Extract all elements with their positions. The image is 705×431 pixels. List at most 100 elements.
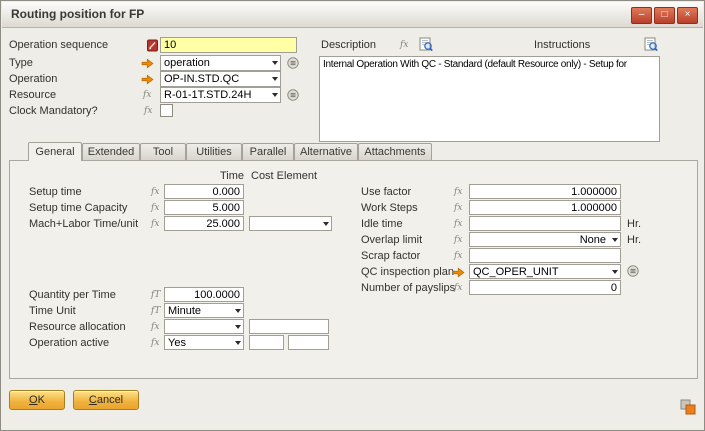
operation-select[interactable]: OP-IN.STD.QC [160, 71, 281, 87]
formula-icon: fx [454, 283, 462, 293]
operation-sequence-value: 10 [164, 39, 176, 51]
idle-time-unit-label: Hr. [627, 218, 641, 230]
clock-mandatory-label: Clock Mandatory? [9, 105, 98, 117]
link-arrow-icon[interactable] [141, 74, 154, 85]
operation-sequence-input[interactable]: 10 [160, 37, 297, 53]
qc-inspection-plan-select[interactable]: QC_OPER_UNIT [469, 264, 621, 279]
tab-alternative[interactable]: Alternative [294, 143, 358, 160]
overlap-limit-select[interactable]: None [469, 232, 621, 247]
number-of-payslips-input[interactable]: 0 [469, 280, 621, 295]
window-controls: – □ × [631, 7, 698, 24]
resource-allocation-select[interactable] [164, 319, 244, 334]
overlap-limit-value: None [470, 234, 609, 246]
operation-value: OP-IN.STD.QC [161, 73, 269, 85]
operation-active-from-input[interactable] [249, 335, 284, 350]
open-text-editor-icon[interactable] [644, 37, 658, 52]
formula-icon: fx [400, 40, 408, 50]
resource-label: Resource [9, 89, 56, 101]
operation-active-to-input[interactable] [288, 335, 329, 350]
operation-active-value: Yes [165, 337, 232, 349]
cancel-button[interactable]: Cancel [73, 390, 139, 410]
tab-utilities[interactable]: Utilities [186, 143, 242, 160]
tab-tool[interactable]: Tool [140, 143, 186, 160]
work-steps-input[interactable]: 1.000000 [469, 200, 621, 215]
work-steps-value: 1.000000 [571, 202, 617, 214]
cost-element-column-header: Cost Element [251, 170, 317, 182]
operation-active-select[interactable]: Yes [164, 335, 244, 350]
setup-time-input[interactable]: 0.000 [164, 184, 244, 199]
qc-inspection-plan-label: QC inspection plan [361, 266, 454, 278]
restore-button[interactable]: □ [654, 7, 675, 24]
mach-labor-time-value: 25.000 [206, 218, 240, 230]
quantity-per-time-label: Quantity per Time [29, 289, 116, 301]
formula-icon: fx [151, 322, 159, 332]
formula-icon: fx [454, 187, 462, 197]
cost-element-select[interactable] [249, 216, 332, 231]
type-value: operation [161, 57, 269, 69]
resource-allocation-label: Resource allocation [29, 321, 126, 333]
time-unit-select[interactable]: Minute [164, 303, 244, 318]
overlap-limit-unit-label: Hr. [627, 234, 641, 246]
operation-label: Operation [9, 73, 57, 85]
formula-icon: fx [151, 203, 159, 213]
use-factor-input[interactable]: 1.000000 [469, 184, 621, 199]
idle-time-input[interactable] [469, 216, 621, 231]
dropdown-arrow-icon [269, 77, 280, 81]
dropdown-arrow-icon [232, 309, 243, 313]
formula-t-icon: fT [151, 290, 160, 300]
tab-general[interactable]: General [28, 142, 82, 161]
quantity-per-time-input[interactable]: 100.0000 [164, 287, 244, 302]
tab-parallel[interactable]: Parallel [242, 143, 294, 160]
close-button[interactable]: × [677, 7, 698, 24]
open-text-editor-icon[interactable] [419, 37, 433, 52]
tab-extended[interactable]: Extended [82, 143, 140, 160]
context-menu-icon[interactable] [287, 57, 299, 69]
description-textarea[interactable]: Internal Operation With QC - Standard (d… [319, 56, 660, 142]
idle-time-label: Idle time [361, 218, 403, 230]
scrap-factor-label: Scrap factor [361, 250, 420, 262]
dropdown-arrow-icon [609, 270, 620, 274]
operation-active-label: Operation active [29, 337, 109, 349]
setup-time-capacity-value: 5.000 [212, 202, 240, 214]
description-label: Description [321, 39, 376, 51]
use-factor-label: Use factor [361, 186, 411, 198]
resource-value: R-01-1T.STD.24H [161, 89, 269, 101]
setup-time-capacity-input[interactable]: 5.000 [164, 200, 244, 215]
title-bar: Routing position for FP – □ × [2, 2, 703, 28]
edit-pencil-icon [147, 39, 158, 52]
tab-attachments[interactable]: Attachments [358, 143, 432, 160]
resource-select[interactable]: R-01-1T.STD.24H [160, 87, 281, 103]
overlap-limit-label: Overlap limit [361, 234, 422, 246]
mach-labor-time-label: Mach+Labor Time/unit [29, 218, 138, 230]
dropdown-arrow-icon [232, 341, 243, 345]
formula-icon: fx [151, 187, 159, 197]
context-menu-icon[interactable] [287, 89, 299, 101]
type-select[interactable]: operation [160, 55, 281, 71]
dropdown-arrow-icon [320, 222, 331, 226]
clock-mandatory-checkbox[interactable] [160, 104, 173, 117]
link-arrow-icon[interactable] [452, 267, 465, 278]
link-arrow-icon[interactable] [141, 58, 154, 69]
formula-icon: fx [151, 219, 159, 229]
dropdown-arrow-icon [609, 238, 620, 242]
formula-icon: fx [454, 219, 462, 229]
formula-icon: fx [144, 106, 152, 116]
scrap-factor-input[interactable] [469, 248, 621, 263]
resource-allocation-extra-input[interactable] [249, 319, 329, 334]
ok-button[interactable]: OK [9, 390, 65, 410]
mach-labor-time-input[interactable]: 25.000 [164, 216, 244, 231]
formula-icon: fx [454, 235, 462, 245]
time-unit-label: Time Unit [29, 305, 76, 317]
setup-time-capacity-label: Setup time Capacity [29, 202, 127, 214]
formula-icon: fx [151, 338, 159, 348]
setup-time-value: 0.000 [212, 186, 240, 198]
instructions-label: Instructions [534, 39, 590, 51]
work-steps-label: Work Steps [361, 202, 418, 214]
minimize-button[interactable]: – [631, 7, 652, 24]
window-title: Routing position for FP [11, 7, 144, 21]
form-settings-icon[interactable] [680, 399, 696, 415]
formula-icon: fx [454, 251, 462, 261]
context-menu-icon[interactable] [627, 265, 639, 277]
use-factor-value: 1.000000 [571, 186, 617, 198]
qc-inspection-plan-value: QC_OPER_UNIT [470, 266, 609, 278]
